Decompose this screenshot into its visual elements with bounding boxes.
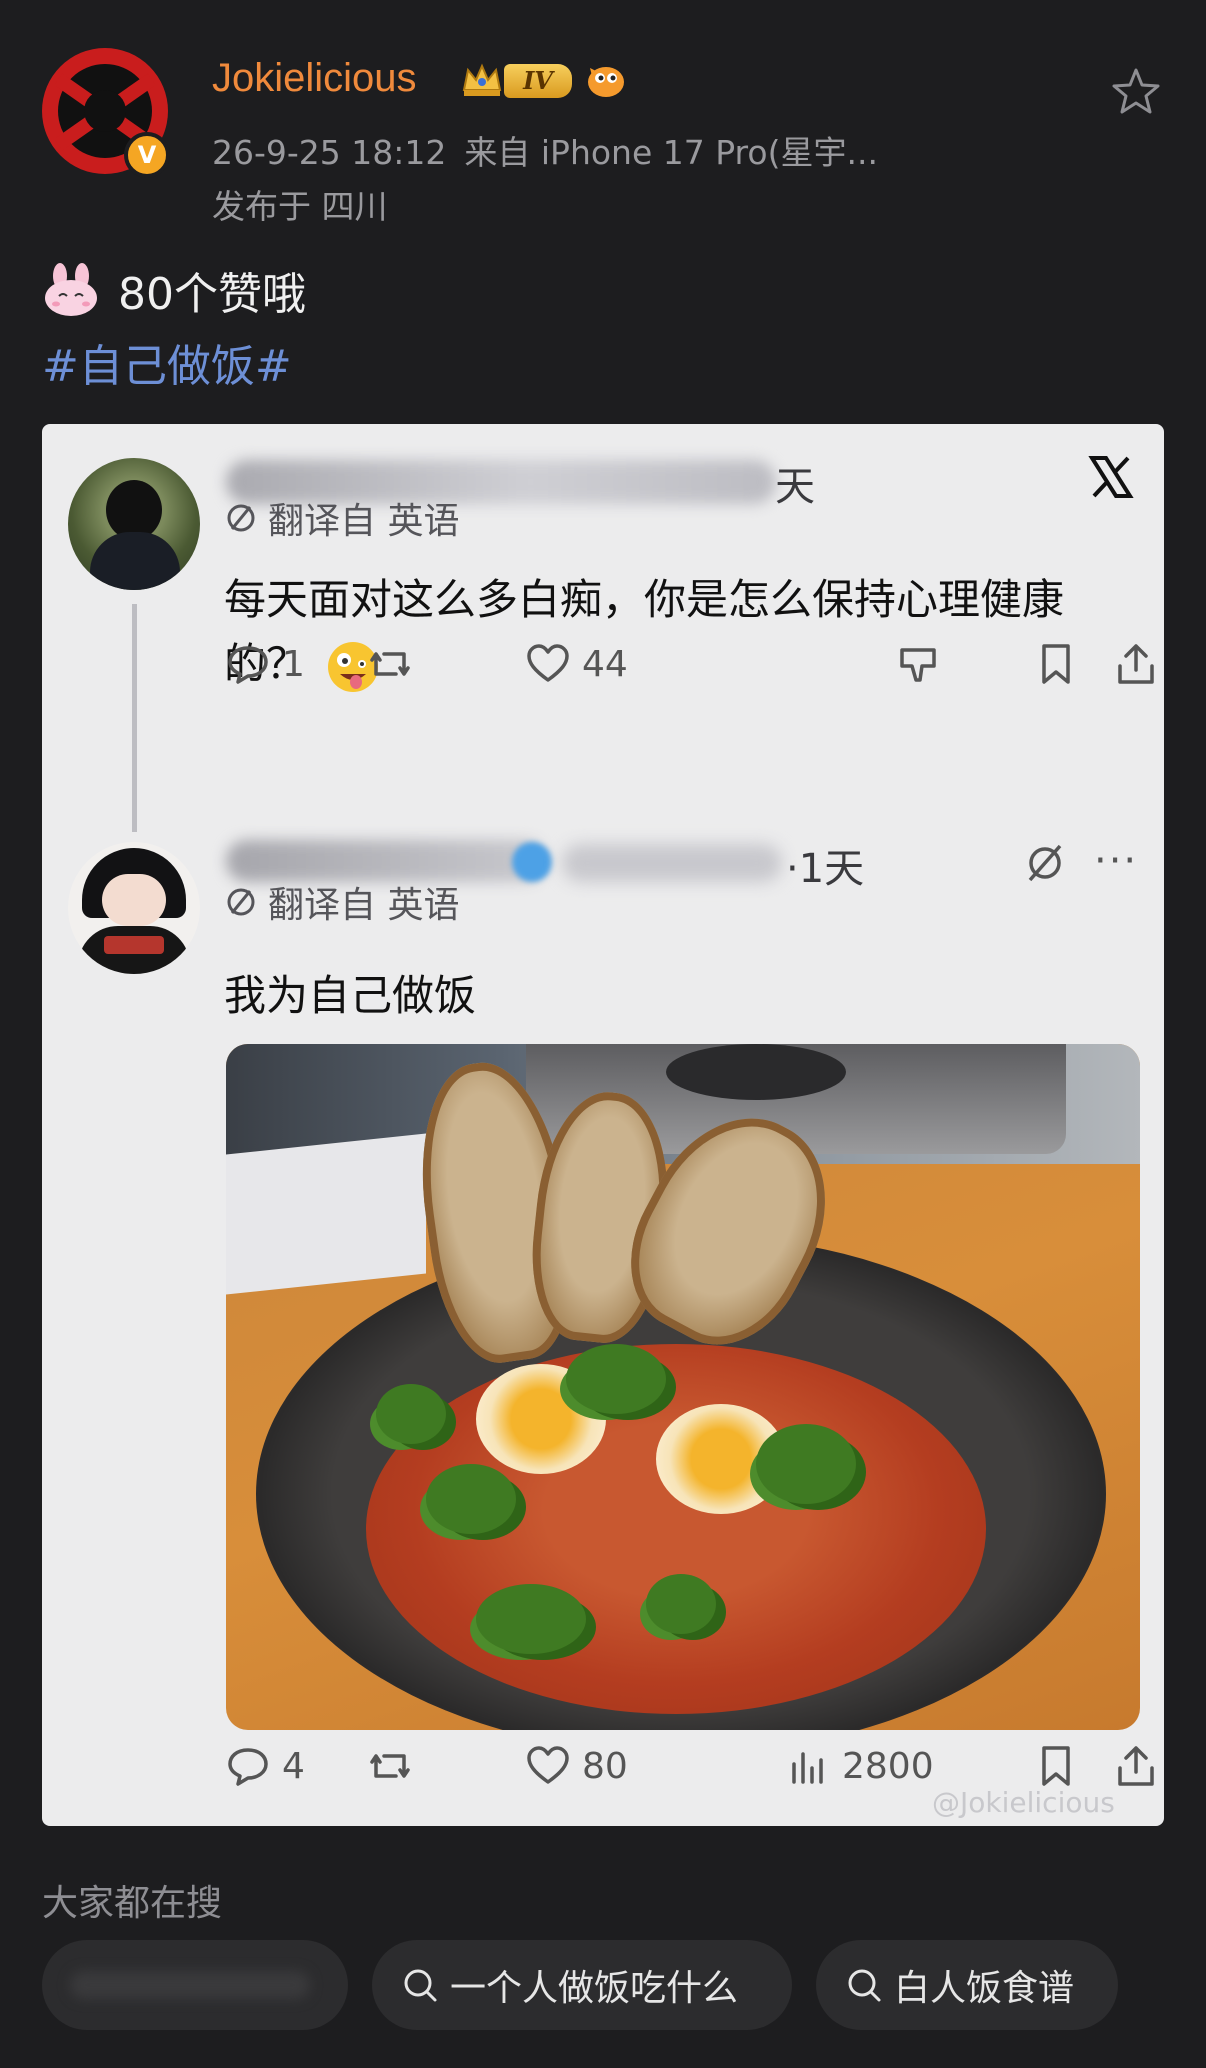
post-timestamp: 26-9-25 18:12	[212, 133, 447, 172]
reply-button[interactable]: 1	[224, 640, 305, 688]
bookmark-icon	[1042, 1746, 1070, 1786]
translate-icon	[227, 504, 255, 532]
heart-icon	[527, 1746, 569, 1784]
repost-icon	[370, 652, 410, 676]
photo-paper-bag	[226, 1133, 426, 1295]
hashtag-link[interactable]: #自己做饭#	[42, 330, 292, 394]
search-pill-label: 白人饭食谱	[894, 1968, 1075, 2009]
share-icon	[1118, 1746, 1154, 1786]
tweet2-avatar	[68, 842, 200, 974]
level-badge: IV	[504, 64, 572, 98]
tweet2-time: ·1天	[786, 846, 865, 892]
search-pill[interactable]: 白人饭食谱	[816, 1940, 1118, 2030]
photo-burner	[666, 1044, 846, 1100]
translate-text: 翻译自 英语	[268, 885, 460, 926]
share-button[interactable]	[1112, 640, 1164, 688]
tweet1-translate-label: 翻译自 英语	[224, 492, 459, 544]
food-photo[interactable]	[226, 1044, 1140, 1730]
blurred-search-term	[70, 1971, 310, 1999]
photo-parsley	[376, 1384, 446, 1444]
post-meta: 26-9-25 18:12 来自 iPhone 17 Pro(星宇...	[212, 126, 878, 174]
analytics-icon	[792, 1752, 823, 1784]
avatar-body	[90, 532, 180, 590]
blurred-verified-icon	[512, 842, 552, 882]
tweet1-actions: 1 44	[224, 640, 1154, 694]
reply-icon	[228, 1748, 268, 1786]
repost-button[interactable]	[366, 640, 424, 688]
translate-icon	[227, 888, 255, 916]
heart-icon	[527, 644, 569, 682]
thread-connector	[132, 604, 137, 832]
search-pill-label: 一个人做饭吃什么	[450, 1968, 739, 2009]
bunny-emoji-icon	[45, 263, 97, 316]
share-icon	[1118, 644, 1154, 684]
search-pill[interactable]: 一个人做饭吃什么	[372, 1940, 792, 2030]
search-pill[interactable]	[42, 1940, 348, 2030]
bookmark-button[interactable]	[1032, 1742, 1090, 1790]
reply-button[interactable]: 4	[224, 1742, 305, 1790]
view-count: 2800	[842, 1745, 934, 1787]
tweet2-text: 我为自己做饭	[224, 971, 477, 1020]
reply-count: 4	[282, 1745, 305, 1787]
post-text: 80个赞哦	[42, 258, 306, 322]
bookmark-icon	[1042, 644, 1070, 684]
photo-parsley	[476, 1584, 586, 1654]
favorite-star-icon[interactable]	[1108, 64, 1164, 120]
fish-mascot-icon	[588, 67, 624, 97]
like-count: 44	[582, 643, 628, 685]
like-button[interactable]: 80	[524, 1742, 628, 1790]
x-logo-icon	[1088, 456, 1134, 498]
repost-icon	[370, 1754, 410, 1778]
translate-text: 翻译自 英语	[268, 501, 460, 542]
views-button[interactable]: 2800	[784, 1742, 934, 1790]
bookmark-button[interactable]	[1032, 640, 1090, 688]
verified-badge-icon: V	[124, 132, 170, 178]
author-username[interactable]: Jokielicious	[212, 56, 417, 101]
post-source: 来自 iPhone 17 Pro(星宇...	[464, 133, 878, 172]
search-icon	[848, 1969, 881, 2002]
tweet1-time: 天	[775, 464, 815, 510]
watermark: @Jokielicious	[932, 1786, 1115, 1819]
embedded-screenshot[interactable]: 天 翻译自 英语 每天面对这么多白痴，你是怎么保持心理健康的？ 1 44 ·1天…	[42, 424, 1164, 1826]
dislike-button[interactable]	[894, 640, 952, 688]
blurred-handle	[562, 844, 782, 882]
dislike-icon	[900, 648, 936, 682]
avatar-center	[84, 90, 126, 132]
reply-icon	[228, 646, 268, 684]
post-body: 80个赞哦	[118, 269, 306, 320]
photo-parsley	[756, 1424, 856, 1504]
search-icon	[404, 1969, 437, 2002]
like-count: 80	[582, 1745, 628, 1787]
post-location: 发布于 四川	[212, 187, 388, 226]
tweet1-avatar	[68, 458, 200, 590]
reply-count: 1	[282, 643, 305, 685]
share-button[interactable]	[1112, 1742, 1164, 1790]
grok-icon[interactable]	[1020, 838, 1070, 888]
repost-button[interactable]	[366, 1742, 424, 1790]
crown-icon	[462, 63, 502, 96]
more-options-icon[interactable]: ···	[1094, 838, 1138, 884]
trending-search-title: 大家都在搜	[42, 1883, 223, 1924]
photo-parsley	[566, 1344, 666, 1414]
like-button[interactable]: 44	[524, 640, 628, 688]
tweet2-translate-label: 翻译自 英语	[224, 876, 459, 928]
avatar-face	[102, 874, 166, 926]
avatar-shirt-logo	[104, 936, 164, 954]
photo-parsley	[646, 1574, 716, 1634]
photo-parsley	[426, 1464, 516, 1534]
avatar-silhouette	[106, 480, 162, 540]
